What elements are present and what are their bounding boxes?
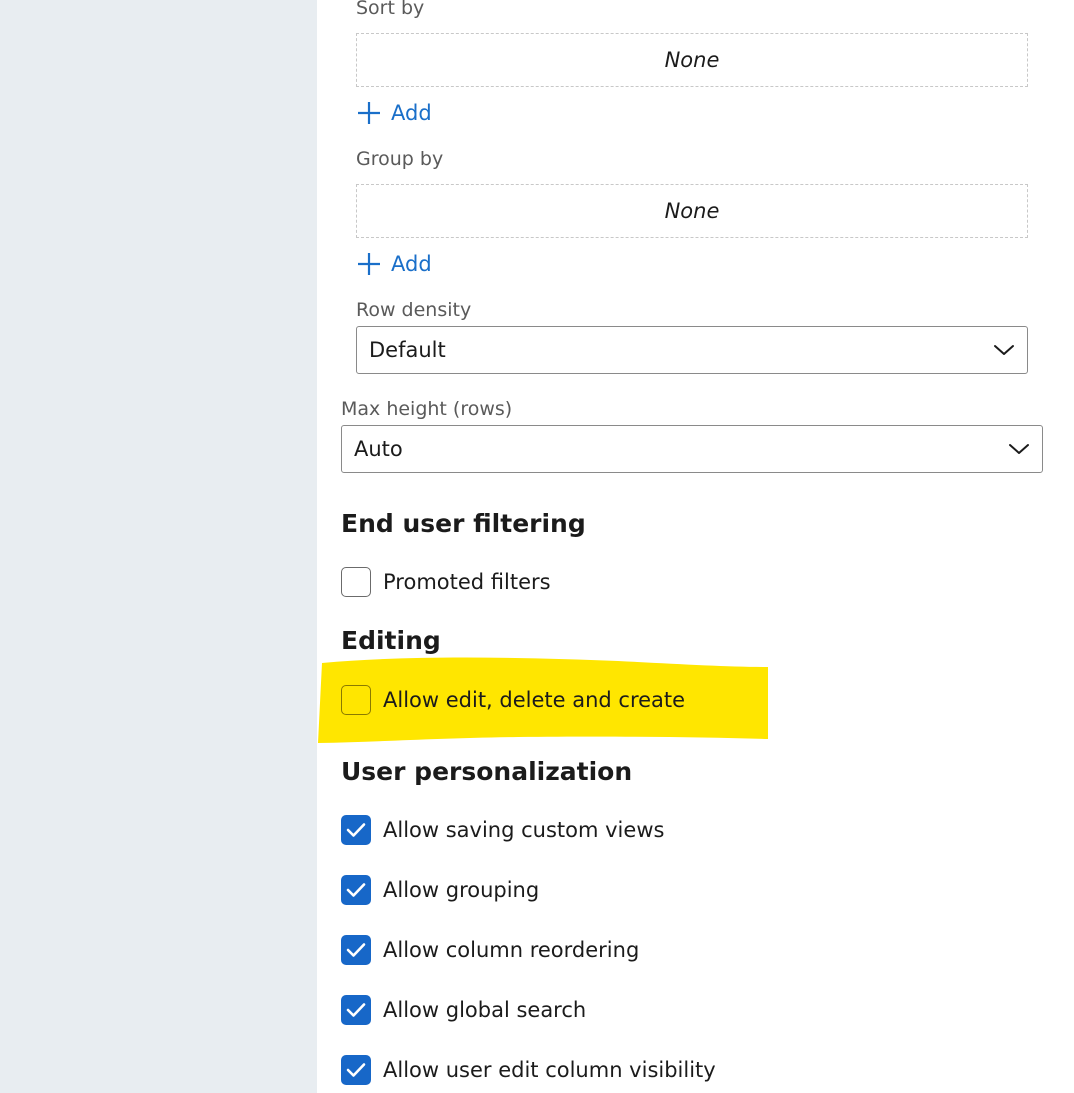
allow-global-search-label: Allow global search	[383, 998, 587, 1022]
user-personalization-heading: User personalization	[341, 757, 633, 786]
checkmark-icon	[346, 823, 366, 837]
allow-edit-label: Allow edit, delete and create	[383, 688, 686, 712]
allow-edit-checkbox[interactable]	[341, 685, 371, 715]
max-height-select[interactable]: Auto	[341, 425, 1043, 473]
allow-column-reordering-option[interactable]: Allow column reordering	[341, 934, 639, 966]
plus-icon	[358, 253, 380, 275]
checkmark-icon	[346, 1003, 366, 1017]
editing-heading: Editing	[341, 626, 441, 655]
max-height-value: Auto	[354, 437, 403, 461]
allow-grouping-option[interactable]: Allow grouping	[341, 874, 539, 906]
allow-edit-option[interactable]: Allow edit, delete and create	[341, 684, 685, 716]
checkmark-icon	[346, 1063, 366, 1077]
group-by-label: Group by	[356, 148, 444, 170]
chevron-down-icon	[994, 345, 1014, 355]
allow-user-edit-column-visibility-checkbox[interactable]	[341, 1055, 371, 1085]
allow-saving-custom-views-label: Allow saving custom views	[383, 818, 665, 842]
sort-by-add-label: Add	[391, 101, 432, 125]
max-height-label: Max height (rows)	[341, 398, 513, 420]
allow-column-reordering-label: Allow column reordering	[383, 938, 640, 962]
allow-user-edit-column-visibility-option[interactable]: Allow user edit column visibility	[341, 1054, 716, 1086]
sort-by-value: None	[664, 48, 720, 72]
sort-by-dropzone[interactable]: None	[356, 33, 1028, 87]
allow-user-edit-column-visibility-label: Allow user edit column visibility	[383, 1058, 716, 1082]
allow-global-search-checkbox[interactable]	[341, 995, 371, 1025]
checkmark-icon	[346, 943, 366, 957]
chevron-down-icon	[1009, 444, 1029, 454]
row-density-value: Default	[369, 338, 446, 362]
plus-icon	[358, 102, 380, 124]
left-pane	[0, 0, 317, 1093]
promoted-filters-label: Promoted filters	[383, 570, 551, 594]
allow-saving-custom-views-checkbox[interactable]	[341, 815, 371, 845]
properties-panel: Sort by None Add Group by None Add Row d…	[317, 0, 1074, 1093]
promoted-filters-option[interactable]: Promoted filters	[341, 566, 551, 598]
end-user-filtering-heading: End user filtering	[341, 509, 586, 538]
group-by-add-button[interactable]: Add	[357, 248, 432, 280]
sort-by-add-button[interactable]: Add	[357, 97, 432, 129]
allow-column-reordering-checkbox[interactable]	[341, 935, 371, 965]
sort-by-label: Sort by	[356, 0, 425, 19]
row-density-select[interactable]: Default	[356, 326, 1028, 374]
allow-saving-custom-views-option[interactable]: Allow saving custom views	[341, 814, 664, 846]
allow-grouping-label: Allow grouping	[383, 878, 540, 902]
allow-global-search-option[interactable]: Allow global search	[341, 994, 586, 1026]
group-by-dropzone[interactable]: None	[356, 184, 1028, 238]
row-density-label: Row density	[356, 299, 472, 321]
checkmark-icon	[346, 883, 366, 897]
promoted-filters-checkbox[interactable]	[341, 567, 371, 597]
group-by-value: None	[664, 199, 720, 223]
group-by-add-label: Add	[391, 252, 432, 276]
allow-grouping-checkbox[interactable]	[341, 875, 371, 905]
